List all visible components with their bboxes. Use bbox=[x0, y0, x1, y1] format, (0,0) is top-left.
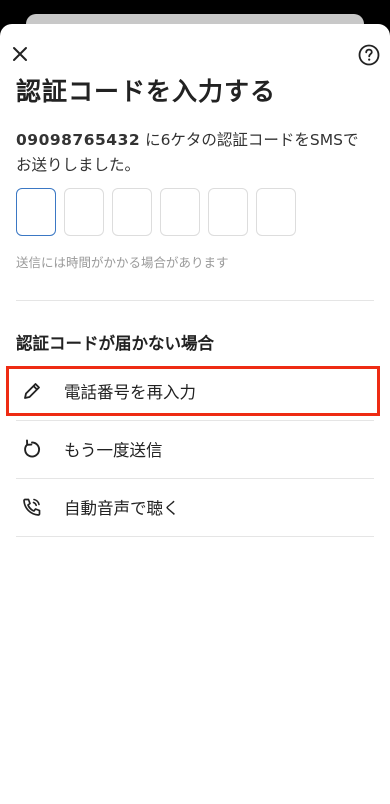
code-input-row bbox=[16, 188, 296, 236]
code-digit-4[interactable] bbox=[160, 188, 200, 236]
divider bbox=[16, 300, 374, 301]
option-label: 電話番号を再入力 bbox=[64, 383, 196, 402]
delivery-hint: 送信には時間がかかる場合があります bbox=[16, 255, 229, 270]
close-button[interactable] bbox=[8, 42, 32, 66]
code-digit-1[interactable] bbox=[16, 188, 56, 236]
option-reenter-phone[interactable]: 電話番号を再入力 bbox=[16, 362, 374, 421]
page-title: 認証コードを入力する bbox=[16, 77, 277, 106]
option-resend[interactable]: もう一度送信 bbox=[16, 420, 374, 479]
code-digit-6[interactable] bbox=[256, 188, 296, 236]
phone-voice-icon bbox=[20, 495, 44, 519]
phone-number: 09098765432 bbox=[16, 131, 141, 149]
help-button[interactable] bbox=[358, 44, 380, 66]
help-icon bbox=[358, 44, 380, 66]
section-title: 認証コードが届かない場合 bbox=[16, 334, 214, 353]
description-text-line1: に6ケタの認証コードをSMSで bbox=[140, 131, 359, 149]
code-digit-5[interactable] bbox=[208, 188, 248, 236]
option-label: もう一度送信 bbox=[64, 441, 163, 460]
option-voice-call[interactable]: 自動音声で聴く bbox=[16, 478, 374, 537]
code-digit-2[interactable] bbox=[64, 188, 104, 236]
option-label: 自動音声で聴く bbox=[64, 499, 180, 518]
pencil-icon bbox=[20, 379, 44, 403]
code-digit-3[interactable] bbox=[112, 188, 152, 236]
refresh-icon bbox=[20, 437, 44, 461]
description-text-line2: お送りしました。 bbox=[16, 156, 141, 174]
close-icon bbox=[13, 47, 27, 61]
sms-description: 09098765432 に6ケタの認証コードをSMSで お送りしました。 bbox=[16, 128, 376, 178]
